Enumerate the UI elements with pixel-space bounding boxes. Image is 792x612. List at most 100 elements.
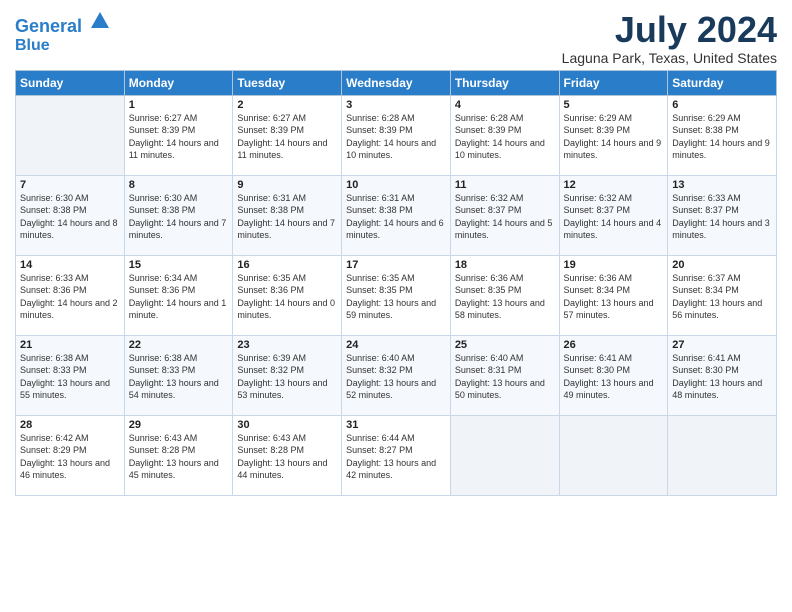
day-info: Sunrise: 6:29 AMSunset: 8:38 PMDaylight:… (672, 112, 772, 162)
day-info: Sunrise: 6:38 AMSunset: 8:33 PMDaylight:… (20, 352, 120, 402)
day-info: Sunrise: 6:43 AMSunset: 8:28 PMDaylight:… (129, 432, 229, 482)
header-wednesday: Wednesday (342, 70, 451, 95)
logo-text: General (15, 10, 111, 37)
day-number: 29 (129, 419, 229, 431)
day-info: Sunrise: 6:33 AMSunset: 8:36 PMDaylight:… (20, 272, 120, 322)
day-number: 9 (237, 179, 337, 191)
calendar-cell-4-4: 24Sunrise: 6:40 AMSunset: 8:32 PMDayligh… (342, 335, 451, 415)
day-number: 2 (237, 99, 337, 111)
day-info: Sunrise: 6:41 AMSunset: 8:30 PMDaylight:… (672, 352, 772, 402)
day-info: Sunrise: 6:40 AMSunset: 8:32 PMDaylight:… (346, 352, 446, 402)
day-number: 1 (129, 99, 229, 111)
calendar-cell-4-5: 25Sunrise: 6:40 AMSunset: 8:31 PMDayligh… (450, 335, 559, 415)
day-number: 15 (129, 259, 229, 271)
calendar-cell-3-3: 16Sunrise: 6:35 AMSunset: 8:36 PMDayligh… (233, 255, 342, 335)
day-info: Sunrise: 6:42 AMSunset: 8:29 PMDaylight:… (20, 432, 120, 482)
day-number: 25 (455, 339, 555, 351)
calendar-cell-3-7: 20Sunrise: 6:37 AMSunset: 8:34 PMDayligh… (668, 255, 777, 335)
day-info: Sunrise: 6:28 AMSunset: 8:39 PMDaylight:… (346, 112, 446, 162)
day-info: Sunrise: 6:34 AMSunset: 8:36 PMDaylight:… (129, 272, 229, 322)
calendar-cell-1-6: 5Sunrise: 6:29 AMSunset: 8:39 PMDaylight… (559, 95, 668, 175)
calendar-week-1: 1Sunrise: 6:27 AMSunset: 8:39 PMDaylight… (16, 95, 777, 175)
header-sunday: Sunday (16, 70, 125, 95)
calendar-cell-2-4: 10Sunrise: 6:31 AMSunset: 8:38 PMDayligh… (342, 175, 451, 255)
day-info: Sunrise: 6:27 AMSunset: 8:39 PMDaylight:… (129, 112, 229, 162)
day-info: Sunrise: 6:33 AMSunset: 8:37 PMDaylight:… (672, 192, 772, 242)
day-info: Sunrise: 6:28 AMSunset: 8:39 PMDaylight:… (455, 112, 555, 162)
calendar-cell-4-3: 23Sunrise: 6:39 AMSunset: 8:32 PMDayligh… (233, 335, 342, 415)
weekday-header-row: Sunday Monday Tuesday Wednesday Thursday… (16, 70, 777, 95)
calendar-week-5: 28Sunrise: 6:42 AMSunset: 8:29 PMDayligh… (16, 415, 777, 495)
header: General Blue July 2024 Laguna Park, Texa… (15, 10, 777, 66)
day-number: 31 (346, 419, 446, 431)
day-number: 30 (237, 419, 337, 431)
day-number: 5 (564, 99, 664, 111)
day-number: 8 (129, 179, 229, 191)
calendar-cell-2-7: 13Sunrise: 6:33 AMSunset: 8:37 PMDayligh… (668, 175, 777, 255)
calendar-cell-5-4: 31Sunrise: 6:44 AMSunset: 8:27 PMDayligh… (342, 415, 451, 495)
logo: General Blue (15, 10, 111, 54)
calendar-cell-5-7 (668, 415, 777, 495)
title-block: July 2024 Laguna Park, Texas, United Sta… (562, 10, 777, 66)
calendar-container: General Blue July 2024 Laguna Park, Texa… (0, 0, 792, 506)
day-number: 3 (346, 99, 446, 111)
day-number: 19 (564, 259, 664, 271)
day-number: 23 (237, 339, 337, 351)
day-number: 22 (129, 339, 229, 351)
calendar-cell-4-2: 22Sunrise: 6:38 AMSunset: 8:33 PMDayligh… (124, 335, 233, 415)
calendar-cell-1-2: 1Sunrise: 6:27 AMSunset: 8:39 PMDaylight… (124, 95, 233, 175)
calendar-week-4: 21Sunrise: 6:38 AMSunset: 8:33 PMDayligh… (16, 335, 777, 415)
calendar-body: 1Sunrise: 6:27 AMSunset: 8:39 PMDaylight… (16, 95, 777, 495)
calendar-cell-2-2: 8Sunrise: 6:30 AMSunset: 8:38 PMDaylight… (124, 175, 233, 255)
calendar-cell-1-3: 2Sunrise: 6:27 AMSunset: 8:39 PMDaylight… (233, 95, 342, 175)
calendar-cell-2-3: 9Sunrise: 6:31 AMSunset: 8:38 PMDaylight… (233, 175, 342, 255)
calendar-cell-3-2: 15Sunrise: 6:34 AMSunset: 8:36 PMDayligh… (124, 255, 233, 335)
calendar-cell-5-6 (559, 415, 668, 495)
calendar-cell-1-4: 3Sunrise: 6:28 AMSunset: 8:39 PMDaylight… (342, 95, 451, 175)
day-info: Sunrise: 6:41 AMSunset: 8:30 PMDaylight:… (564, 352, 664, 402)
logo-subtext: Blue (15, 37, 111, 55)
day-info: Sunrise: 6:32 AMSunset: 8:37 PMDaylight:… (564, 192, 664, 242)
day-number: 13 (672, 179, 772, 191)
calendar-cell-5-5 (450, 415, 559, 495)
header-friday: Friday (559, 70, 668, 95)
day-info: Sunrise: 6:30 AMSunset: 8:38 PMDaylight:… (20, 192, 120, 242)
day-info: Sunrise: 6:39 AMSunset: 8:32 PMDaylight:… (237, 352, 337, 402)
calendar-cell-3-4: 17Sunrise: 6:35 AMSunset: 8:35 PMDayligh… (342, 255, 451, 335)
day-info: Sunrise: 6:29 AMSunset: 8:39 PMDaylight:… (564, 112, 664, 162)
calendar-cell-4-1: 21Sunrise: 6:38 AMSunset: 8:33 PMDayligh… (16, 335, 125, 415)
day-info: Sunrise: 6:30 AMSunset: 8:38 PMDaylight:… (129, 192, 229, 242)
month-title: July 2024 (562, 10, 777, 50)
day-number: 4 (455, 99, 555, 111)
calendar-cell-1-7: 6Sunrise: 6:29 AMSunset: 8:38 PMDaylight… (668, 95, 777, 175)
calendar-cell-5-3: 30Sunrise: 6:43 AMSunset: 8:28 PMDayligh… (233, 415, 342, 495)
calendar-cell-2-6: 12Sunrise: 6:32 AMSunset: 8:37 PMDayligh… (559, 175, 668, 255)
calendar-week-2: 7Sunrise: 6:30 AMSunset: 8:38 PMDaylight… (16, 175, 777, 255)
day-number: 20 (672, 259, 772, 271)
day-info: Sunrise: 6:36 AMSunset: 8:35 PMDaylight:… (455, 272, 555, 322)
day-number: 11 (455, 179, 555, 191)
calendar-week-3: 14Sunrise: 6:33 AMSunset: 8:36 PMDayligh… (16, 255, 777, 335)
header-tuesday: Tuesday (233, 70, 342, 95)
day-number: 17 (346, 259, 446, 271)
calendar-header: Sunday Monday Tuesday Wednesday Thursday… (16, 70, 777, 95)
calendar-table: Sunday Monday Tuesday Wednesday Thursday… (15, 70, 777, 496)
calendar-cell-2-5: 11Sunrise: 6:32 AMSunset: 8:37 PMDayligh… (450, 175, 559, 255)
day-number: 6 (672, 99, 772, 111)
day-info: Sunrise: 6:27 AMSunset: 8:39 PMDaylight:… (237, 112, 337, 162)
day-number: 10 (346, 179, 446, 191)
day-number: 14 (20, 259, 120, 271)
day-number: 27 (672, 339, 772, 351)
calendar-cell-3-5: 18Sunrise: 6:36 AMSunset: 8:35 PMDayligh… (450, 255, 559, 335)
day-info: Sunrise: 6:37 AMSunset: 8:34 PMDaylight:… (672, 272, 772, 322)
day-info: Sunrise: 6:31 AMSunset: 8:38 PMDaylight:… (237, 192, 337, 242)
day-number: 24 (346, 339, 446, 351)
day-number: 28 (20, 419, 120, 431)
calendar-cell-4-7: 27Sunrise: 6:41 AMSunset: 8:30 PMDayligh… (668, 335, 777, 415)
calendar-cell-2-1: 7Sunrise: 6:30 AMSunset: 8:38 PMDaylight… (16, 175, 125, 255)
day-info: Sunrise: 6:35 AMSunset: 8:36 PMDaylight:… (237, 272, 337, 322)
day-info: Sunrise: 6:44 AMSunset: 8:27 PMDaylight:… (346, 432, 446, 482)
calendar-cell-5-1: 28Sunrise: 6:42 AMSunset: 8:29 PMDayligh… (16, 415, 125, 495)
calendar-cell-4-6: 26Sunrise: 6:41 AMSunset: 8:30 PMDayligh… (559, 335, 668, 415)
day-number: 7 (20, 179, 120, 191)
